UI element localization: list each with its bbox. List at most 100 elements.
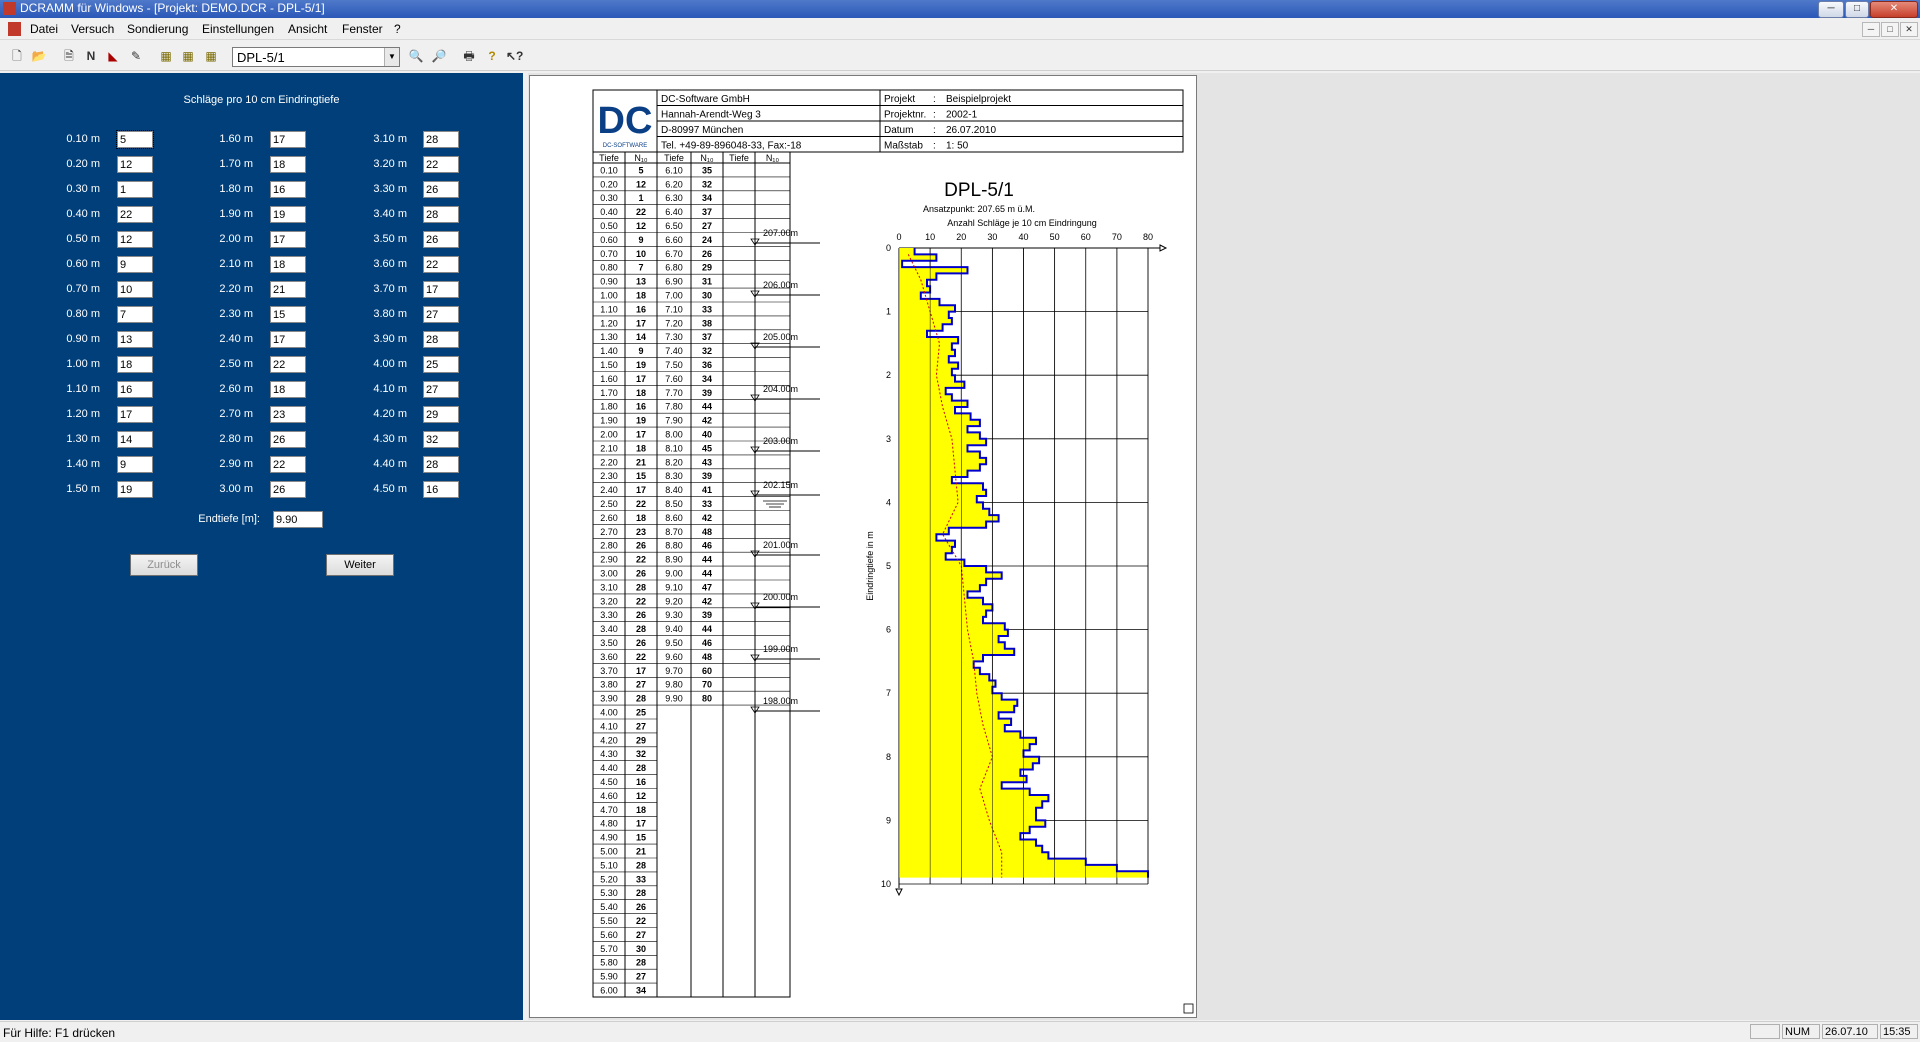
blow-count-input[interactable]: 28 — [423, 456, 459, 473]
blow-count-input[interactable]: 1 — [117, 181, 153, 198]
blow-count-input[interactable]: 7 — [117, 306, 153, 323]
blow-count-input[interactable]: 18 — [270, 156, 306, 173]
depth-label: 2.70 m — [219, 408, 253, 420]
mdi-restore-button[interactable]: □ — [1881, 22, 1899, 37]
table-cell-n10: 9 — [638, 346, 643, 356]
blow-count-input[interactable]: 23 — [270, 406, 306, 423]
table-3-icon[interactable]: ▦ — [203, 48, 219, 64]
table-1-icon[interactable]: ▦ — [158, 48, 174, 64]
letter-n-icon[interactable]: N — [83, 48, 99, 64]
x-tick-label: 80 — [1143, 232, 1153, 242]
blow-count-input[interactable]: 27 — [423, 381, 459, 398]
blow-count-input[interactable]: 28 — [423, 331, 459, 348]
blow-count-input[interactable]: 17 — [117, 406, 153, 423]
blow-count-input[interactable]: 19 — [117, 481, 153, 498]
endtiefe-input[interactable]: 9.90 — [273, 511, 323, 528]
blow-count-input[interactable]: 26 — [270, 431, 306, 448]
blow-count-input[interactable]: 17 — [270, 131, 306, 148]
blow-count-input[interactable]: 17 — [423, 281, 459, 298]
table-cell-n10: 26 — [636, 638, 646, 648]
table-cell-n10: 28 — [636, 888, 646, 898]
table-cell-depth: 5.10 — [600, 860, 618, 870]
blow-count-input[interactable]: 22 — [270, 456, 306, 473]
chevron-down-icon[interactable]: ▼ — [384, 48, 399, 66]
maximize-button[interactable]: □ — [1845, 1, 1869, 18]
table-cell-n10: 39 — [702, 610, 712, 620]
blow-count-input[interactable]: 22 — [423, 156, 459, 173]
pencil-icon[interactable]: ✎ — [128, 48, 144, 64]
menu-versuch[interactable]: Versuch — [71, 22, 114, 36]
close-button[interactable]: ✕ — [1870, 1, 1918, 18]
angle-icon[interactable]: ◣ — [105, 48, 121, 64]
table-cell-depth: 0.70 — [600, 249, 618, 259]
back-button[interactable]: Zurück — [130, 554, 198, 576]
blow-count-input[interactable]: 16 — [270, 181, 306, 198]
blow-count-input[interactable]: 10 — [117, 281, 153, 298]
blow-count-input[interactable]: 5 — [116, 130, 154, 149]
blow-count-input[interactable]: 28 — [423, 206, 459, 223]
next-button[interactable]: Weiter — [326, 554, 394, 576]
zoom-out-icon[interactable]: 🔎 — [431, 48, 447, 64]
mdi-minimize-button[interactable]: ─ — [1862, 22, 1880, 37]
menu-sondierung[interactable]: Sondierung — [127, 22, 188, 36]
table-cell-n10: 36 — [702, 360, 712, 370]
blow-count-input[interactable]: 26 — [423, 181, 459, 198]
minimize-button[interactable]: ─ — [1818, 1, 1844, 18]
blow-count-input[interactable]: 16 — [423, 481, 459, 498]
menu-fenster[interactable]: Fenster — [342, 22, 383, 36]
blow-count-input[interactable]: 17 — [270, 231, 306, 248]
table-cell-depth: 2.20 — [600, 457, 618, 467]
table-cell-depth: 5.40 — [600, 902, 618, 912]
blow-count-input[interactable]: 21 — [270, 281, 306, 298]
blow-count-input[interactable]: 16 — [117, 381, 153, 398]
menu-help[interactable]: ? — [394, 22, 401, 36]
open-folder-icon[interactable]: 📂 — [31, 48, 47, 64]
blow-count-input[interactable]: 17 — [270, 331, 306, 348]
table-cell-n10: 22 — [636, 916, 646, 926]
menu-einstellungen[interactable]: Einstellungen — [202, 22, 274, 36]
endtiefe-label: Endtiefe [m]: — [198, 513, 260, 525]
table-cell-n10: 29 — [702, 263, 712, 273]
blow-count-input[interactable]: 32 — [423, 431, 459, 448]
table-2-icon[interactable]: ▦ — [180, 48, 196, 64]
context-help-icon[interactable]: ↖? — [506, 48, 523, 64]
blow-count-input[interactable]: 28 — [423, 131, 459, 148]
new-file-icon[interactable]: 🗋 — [9, 48, 25, 64]
blow-count-input[interactable]: 26 — [270, 481, 306, 498]
meta-label: Projektnr. — [884, 110, 926, 121]
blow-count-input[interactable]: 22 — [423, 256, 459, 273]
menu-ansicht[interactable]: Ansicht — [288, 22, 327, 36]
help-icon[interactable]: ? — [484, 48, 500, 64]
blow-count-input[interactable]: 15 — [270, 306, 306, 323]
table-header: Tiefe — [729, 153, 749, 163]
blow-count-input[interactable]: 22 — [117, 206, 153, 223]
depth-label: 1.80 m — [219, 183, 253, 195]
table-cell-depth: 4.70 — [600, 805, 618, 815]
blow-count-input[interactable]: 26 — [423, 231, 459, 248]
menu-datei[interactable]: Datei — [30, 22, 58, 36]
blow-count-input[interactable]: 18 — [270, 381, 306, 398]
document-icon[interactable]: 🗎 — [61, 48, 77, 64]
depth-label: 1.90 m — [219, 208, 253, 220]
blow-count-input[interactable]: 9 — [117, 456, 153, 473]
blow-count-input[interactable]: 27 — [423, 306, 459, 323]
blow-count-input[interactable]: 12 — [117, 156, 153, 173]
mdi-close-button[interactable]: ✕ — [1900, 22, 1918, 37]
blow-count-input[interactable]: 19 — [270, 206, 306, 223]
blow-count-input[interactable]: 13 — [117, 331, 153, 348]
sounding-select[interactable]: DPL-5/1 ▼ — [232, 47, 400, 67]
table-cell-depth: 5.00 — [600, 847, 618, 857]
blow-count-input[interactable]: 29 — [423, 406, 459, 423]
blow-count-input[interactable]: 14 — [117, 431, 153, 448]
blow-count-input[interactable]: 18 — [270, 256, 306, 273]
blow-count-input[interactable]: 9 — [117, 256, 153, 273]
blow-count-input[interactable]: 12 — [117, 231, 153, 248]
zoom-in-icon[interactable]: 🔍 — [408, 48, 424, 64]
table-cell-n10: 24 — [702, 235, 712, 245]
table-cell-n10: 16 — [636, 402, 646, 412]
document-window-icon[interactable] — [8, 22, 21, 36]
blow-count-input[interactable]: 18 — [117, 356, 153, 373]
blow-count-input[interactable]: 25 — [423, 356, 459, 373]
blow-count-input[interactable]: 22 — [270, 356, 306, 373]
print-icon[interactable]: 🖶 — [461, 48, 477, 64]
